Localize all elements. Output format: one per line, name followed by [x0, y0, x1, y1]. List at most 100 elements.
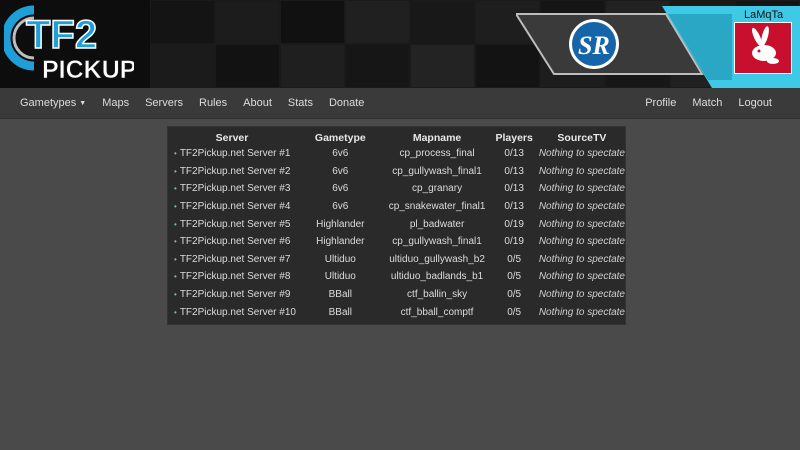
cell-players: 0/5	[507, 289, 522, 301]
cell-mapname: ultiduo_badlands_b1	[390, 271, 484, 283]
cell-sourcetv: Nothing to spectate	[538, 148, 625, 160]
col-header-mapname: Mapname	[412, 131, 462, 144]
status-dot-icon: •	[174, 237, 177, 247]
server-name: TF2Pickup.net Server #3	[179, 183, 291, 195]
sponsor-logo-text: SR	[578, 31, 610, 60]
cell-server[interactable]: • TF2Pickup.net Server #3	[168, 180, 296, 198]
nav-left-group: Gametypes ▼ Maps Servers Rules About Stat…	[12, 88, 372, 118]
nav-about[interactable]: About	[235, 97, 280, 109]
table-row: • TF2Pickup.net Server #4 6v6 cp_snakewater…	[168, 198, 625, 216]
cell-players: 0/13	[504, 201, 524, 213]
tf2pickup-logo[interactable]: TF2 PICKUP	[4, 4, 134, 82]
nav-maps[interactable]: Maps	[94, 97, 137, 109]
cell-players: 0/5	[507, 271, 522, 283]
table-header-row: Server Gametype Mapname Players SourceTV	[168, 130, 625, 145]
cell-sourcetv: Nothing to spectate	[538, 306, 625, 318]
server-name: TF2Pickup.net Server #6	[179, 236, 291, 248]
nav-profile[interactable]: Profile	[637, 97, 684, 109]
servers-table: Server Gametype Mapname Players SourceTV…	[168, 130, 625, 321]
cell-server[interactable]: • TF2Pickup.net Server #5	[168, 215, 296, 233]
cell-sourcetv: Nothing to spectate	[538, 201, 625, 213]
cell-server[interactable]: • TF2Pickup.net Server #10	[168, 303, 296, 321]
cell-players: 0/13	[504, 183, 524, 195]
cell-gametype: BBall	[328, 306, 352, 318]
cell-mapname: cp_gullywash_final1	[392, 236, 482, 248]
cell-server[interactable]: • TF2Pickup.net Server #7	[168, 251, 296, 269]
table-row: • TF2Pickup.net Server #10 BBall ctf_bball_…	[168, 303, 625, 321]
cell-gametype: 6v6	[332, 165, 349, 177]
username-label: LaMqTa	[744, 9, 784, 21]
server-name: TF2Pickup.net Server #1	[179, 148, 291, 160]
table-row: • TF2Pickup.net Server #3 6v6 cp_granary 0/1…	[168, 180, 625, 198]
status-dot-icon: •	[174, 184, 177, 194]
status-dot-icon: •	[174, 272, 177, 282]
cell-mapname: pl_badwater	[409, 218, 465, 230]
cell-gametype: Highlander	[316, 218, 365, 230]
server-name: TF2Pickup.net Server #4	[179, 201, 291, 213]
cell-server[interactable]: • TF2Pickup.net Server #6	[168, 233, 296, 251]
cell-sourcetv: Nothing to spectate	[538, 183, 625, 195]
cell-mapname: cp_granary	[412, 183, 463, 195]
cell-gametype: BBall	[328, 289, 352, 301]
server-name: TF2Pickup.net Server #5	[179, 218, 291, 230]
cell-gametype: Ultiduo	[324, 253, 356, 265]
cell-gametype: 6v6	[332, 183, 349, 195]
status-dot-icon: •	[174, 202, 177, 212]
status-dot-icon: •	[174, 254, 177, 264]
cell-players: 0/13	[504, 165, 524, 177]
cell-gametype: Ultiduo	[324, 271, 356, 283]
main-navbar: Gametypes ▼ Maps Servers Rules About Stat…	[0, 88, 800, 119]
status-dot-icon: •	[174, 307, 177, 317]
cell-gametype: 6v6	[332, 148, 349, 160]
logo-text-tf2: TF2	[26, 13, 97, 57]
cell-server[interactable]: • TF2Pickup.net Server #1	[168, 145, 296, 163]
col-header-sourcetv: SourceTV	[557, 131, 607, 144]
nav-donate[interactable]: Donate	[321, 97, 372, 109]
nav-gametypes-dropdown[interactable]: Gametypes ▼	[12, 97, 94, 109]
logo-text-pickup: PICKUP	[42, 56, 134, 82]
server-name: TF2Pickup.net Server #8	[179, 271, 291, 283]
cell-server[interactable]: • TF2Pickup.net Server #9	[168, 286, 296, 304]
cell-sourcetv: Nothing to spectate	[538, 218, 625, 230]
col-header-gametype: Gametype	[314, 131, 366, 144]
cell-mapname: cp_snakewater_final1	[388, 201, 486, 213]
table-row: • TF2Pickup.net Server #2 6v6 cp_gullywash_…	[168, 163, 625, 181]
table-row: • TF2Pickup.net Server #9 BBall ctf_ballin_…	[168, 286, 625, 304]
status-dot-icon: •	[174, 166, 177, 176]
cell-players: 0/13	[504, 148, 524, 160]
cell-server[interactable]: • TF2Pickup.net Server #2	[168, 163, 296, 181]
cell-players: 0/5	[507, 253, 522, 265]
col-header-players: Players	[495, 131, 533, 144]
nav-servers[interactable]: Servers	[137, 97, 191, 109]
server-name: TF2Pickup.net Server #2	[179, 165, 291, 177]
nav-stats[interactable]: Stats	[280, 97, 321, 109]
caret-down-icon: ▼	[79, 99, 87, 107]
cell-mapname: ctf_bball_comptf	[400, 306, 474, 318]
user-avatar[interactable]	[734, 22, 792, 74]
cell-mapname: cp_gullywash_final1	[392, 165, 482, 177]
cell-gametype: Highlander	[316, 236, 365, 248]
cell-server[interactable]: • TF2Pickup.net Server #4	[168, 198, 296, 216]
cell-sourcetv: Nothing to spectate	[538, 165, 625, 177]
cell-players: 0/19	[504, 236, 524, 248]
cell-sourcetv: Nothing to spectate	[538, 236, 625, 248]
table-row: • TF2Pickup.net Server #7 Ultiduo ultiduo_g…	[168, 251, 625, 269]
server-name: TF2Pickup.net Server #9	[179, 289, 291, 301]
cell-sourcetv: Nothing to spectate	[538, 271, 625, 283]
cell-players: 0/19	[504, 218, 524, 230]
table-row: • TF2Pickup.net Server #6 Highlander cp_gul…	[168, 233, 625, 251]
nav-match[interactable]: Match	[684, 97, 730, 109]
status-dot-icon: •	[174, 219, 177, 229]
col-header-server: Server	[215, 131, 249, 144]
cell-gametype: 6v6	[332, 201, 349, 213]
cell-server[interactable]: • TF2Pickup.net Server #8	[168, 268, 296, 286]
nav-right-group: Profile Match Logout	[637, 88, 780, 118]
cell-players: 0/5	[507, 306, 522, 318]
nav-rules[interactable]: Rules	[191, 97, 235, 109]
cell-sourcetv: Nothing to spectate	[538, 289, 625, 301]
cell-mapname: ultiduo_gullywash_b2	[389, 253, 485, 265]
status-dot-icon: •	[174, 149, 177, 159]
table-row: • TF2Pickup.net Server #1 6v6 cp_process_fi…	[168, 145, 625, 163]
servers-table-body: • TF2Pickup.net Server #1 6v6 cp_process_fi…	[168, 145, 625, 321]
nav-logout[interactable]: Logout	[730, 97, 780, 109]
